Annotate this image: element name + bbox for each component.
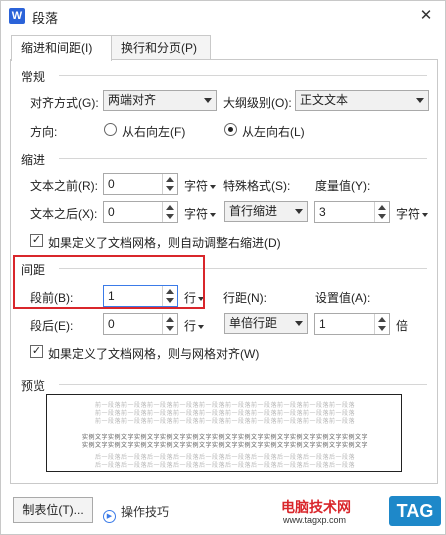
chevron-down-icon <box>422 212 429 217</box>
general-divider <box>59 75 427 76</box>
outline-level-select[interactable]: 正文文本 <box>295 90 429 111</box>
spacing-after-unit[interactable]: 行 <box>184 317 205 334</box>
spin-down-icon[interactable] <box>166 186 174 191</box>
indent-before-label: 文本之前(R): <box>30 179 98 193</box>
measure-spinner[interactable]: 3 <box>314 201 390 223</box>
spacing-after-unit-text: 行 <box>184 319 197 333</box>
highlight-annotation <box>13 255 205 309</box>
dialog-title: 段落 <box>32 11 59 26</box>
spacing-after-spinner[interactable]: 0 <box>103 313 178 335</box>
measure-unit-text: 字符 <box>396 207 421 221</box>
spinner-buttons[interactable] <box>162 174 177 194</box>
preview-section-title: 预览 <box>21 377 50 394</box>
spinner-buttons[interactable] <box>162 202 177 222</box>
spacing-grid-checkbox[interactable]: ✓ <box>30 345 43 358</box>
indent-after-spinner[interactable]: 0 <box>103 201 178 223</box>
general-section-title: 常规 <box>21 68 50 85</box>
indent-divider <box>59 158 427 159</box>
spin-up-icon[interactable] <box>378 317 386 322</box>
spin-up-icon[interactable] <box>378 205 386 210</box>
indent-after-unit[interactable]: 字符 <box>184 205 217 222</box>
indent-after-value: 0 <box>108 205 115 219</box>
spacing-after-label: 段后(E): <box>30 319 74 333</box>
rtl-label[interactable]: 从右向左(F) <box>122 123 185 140</box>
special-format-value: 首行缩进 <box>229 204 278 218</box>
spin-down-icon[interactable] <box>378 326 386 331</box>
outline-level-value: 正文文本 <box>300 93 349 107</box>
measure-value: 3 <box>319 205 326 219</box>
spin-up-icon[interactable] <box>166 205 174 210</box>
special-format-select[interactable]: 首行缩进 <box>224 201 308 222</box>
indent-before-spinner[interactable]: 0 <box>103 173 178 195</box>
outline-level-label: 大纲级别(O): <box>223 96 292 110</box>
title-bar: W 段落 ✕ <box>1 1 445 31</box>
setting-value-label: 设置值(A): <box>315 291 371 305</box>
ltr-radio[interactable] <box>224 123 237 136</box>
spinner-buttons[interactable] <box>162 314 177 334</box>
chevron-down-icon <box>198 324 205 329</box>
indent-before-unit-text: 字符 <box>184 179 209 193</box>
chevron-down-icon <box>210 184 217 189</box>
indent-after-unit-text: 字符 <box>184 207 209 221</box>
site-watermark: 电脑技术网 www.tagxp.com TAG <box>281 494 441 530</box>
play-circle-icon: ▶ <box>103 510 116 523</box>
preview-sample-line-2: 实例文字实例文字实例文字实例文字实例文字实例文字实例文字实例文字实例文字实例文字… <box>81 442 368 449</box>
tips-link-text: 操作技巧 <box>121 505 170 519</box>
spin-down-icon[interactable] <box>166 326 174 331</box>
setting-value-unit: 倍 <box>396 319 409 333</box>
indent-after-label: 文本之后(X): <box>30 207 98 221</box>
indent-before-value: 0 <box>108 177 115 191</box>
spinner-buttons[interactable] <box>374 314 389 334</box>
close-icon[interactable]: ✕ <box>415 5 437 27</box>
setting-value-spinner[interactable]: 1 <box>314 313 390 335</box>
paragraph-dialog: W 段落 ✕ 缩进和间距(I) 换行和分页(P) 常规 对齐方式(G): 两端对… <box>0 0 446 535</box>
spin-up-icon[interactable] <box>166 317 174 322</box>
measure-unit[interactable]: 字符 <box>396 205 429 222</box>
special-format-label: 特殊格式(S): <box>223 179 291 193</box>
preview-prev-line-3: 前一段落前一段落前一段落前一段落前一段落前一段落前一段落前一段落前一段落前一段落 <box>94 418 355 425</box>
line-spacing-select[interactable]: 单倍行距 <box>224 313 308 334</box>
spin-up-icon[interactable] <box>166 177 174 182</box>
watermark-tag-logo: TAG <box>389 496 441 526</box>
watermark-site-name: 电脑技术网 <box>281 499 351 515</box>
line-spacing-value: 单倍行距 <box>229 316 278 330</box>
chevron-down-icon <box>295 321 303 326</box>
ltr-label[interactable]: 从左向右(L) <box>242 123 305 140</box>
tab-stops-button[interactable]: 制表位(T)... <box>13 497 93 523</box>
alignment-select[interactable]: 两端对齐 <box>103 90 217 111</box>
alignment-value: 两端对齐 <box>108 93 157 107</box>
line-spacing-label: 行距(N): <box>223 291 267 305</box>
preview-divider <box>59 384 427 385</box>
indent-grid-checkbox[interactable]: ✓ <box>30 234 43 247</box>
tab-line-page-breaks[interactable]: 换行和分页(P) <box>111 35 211 60</box>
indent-section-title: 缩进 <box>21 151 50 168</box>
paragraph-preview: 前一段落前一段落前一段落前一段落前一段落前一段落前一段落前一段落前一段落前一段落… <box>46 394 402 472</box>
chevron-down-icon <box>210 212 217 217</box>
rtl-radio[interactable] <box>104 123 117 136</box>
direction-label: 方向: <box>30 125 58 139</box>
indent-before-unit[interactable]: 字符 <box>184 177 217 194</box>
measure-label: 度量值(Y): <box>315 179 371 193</box>
chevron-down-icon <box>295 209 303 214</box>
wps-writer-icon: W <box>9 8 25 24</box>
alignment-label: 对齐方式(G): <box>30 96 99 110</box>
setting-value: 1 <box>319 317 326 331</box>
indent-grid-checkbox-label[interactable]: 如果定义了文档网格，则自动调整右缩进(D) <box>48 234 281 251</box>
spin-down-icon[interactable] <box>166 214 174 219</box>
tab-indent-spacing[interactable]: 缩进和间距(I) <box>11 35 112 61</box>
chevron-down-icon <box>204 98 212 103</box>
spin-down-icon[interactable] <box>378 214 386 219</box>
preview-next-line-2: 后一段落后一段落后一段落后一段落后一段落后一段落后一段落后一段落后一段落后一段落 <box>94 462 355 469</box>
spacing-grid-checkbox-label[interactable]: 如果定义了文档网格，则与网格对齐(W) <box>48 345 259 362</box>
spacing-after-value: 0 <box>108 317 115 331</box>
tips-link[interactable]: ▶ 操作技巧 <box>103 503 169 523</box>
chevron-down-icon <box>416 98 424 103</box>
watermark-url: www.tagxp.com <box>283 515 347 525</box>
spinner-buttons[interactable] <box>374 202 389 222</box>
